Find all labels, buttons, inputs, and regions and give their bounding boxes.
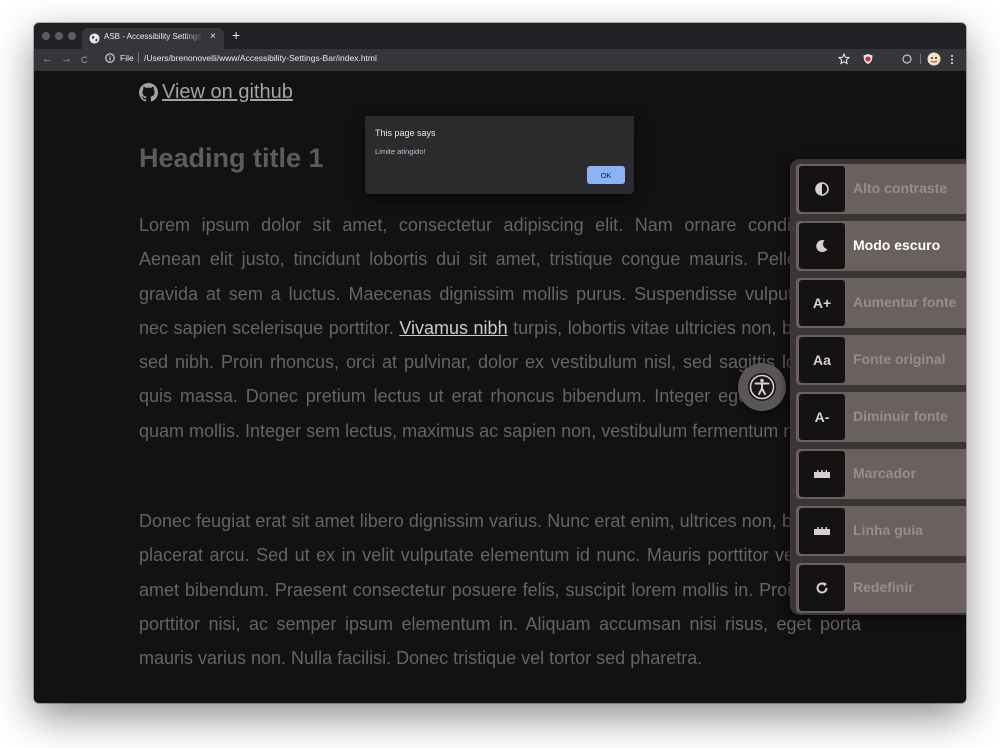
panel-label-reset: Redefinir	[853, 579, 914, 595]
dialog-title: This page says	[375, 128, 436, 138]
panel-item-original-font[interactable]: Aa Fonte original	[796, 335, 966, 385]
increase-font-icon: A+	[799, 280, 845, 326]
bookmark-star-icon[interactable]	[838, 52, 850, 66]
url-scheme-label: File	[120, 53, 134, 63]
extension-shield-icon[interactable]	[862, 52, 874, 66]
accessibility-icon	[748, 373, 776, 401]
tab-title: ASB - Accessibility Settings Bar	[104, 32, 204, 41]
extension-clock-icon[interactable]	[901, 52, 913, 66]
paragraph-2: Donec feugiat erat sit amet libero digni…	[139, 511, 861, 669]
minimize-window-icon[interactable]	[55, 32, 63, 40]
new-tab-button[interactable]: +	[232, 27, 240, 43]
original-font-icon: Aa	[799, 337, 845, 383]
page-title: Heading title 1	[139, 143, 324, 173]
panel-label-high-contrast: Alto contraste	[853, 180, 948, 196]
panel-label-marker: Marcador	[853, 465, 917, 481]
forward-button[interactable]: →	[61, 52, 72, 66]
decrease-font-icon: A-	[799, 394, 845, 440]
github-icon	[139, 83, 158, 102]
browser-tab[interactable]: ASB - Accessibility Settings Bar ×	[82, 28, 224, 49]
panel-label-increase-font: Aumentar fonte	[853, 294, 957, 310]
info-icon[interactable]	[105, 53, 115, 63]
reload-button[interactable]: C	[81, 53, 88, 67]
panel-label-dark-mode: Modo escuro	[853, 237, 941, 253]
contrast-icon	[799, 166, 845, 212]
url-divider	[138, 52, 139, 63]
accessibility-panel: Alto contraste Modo escuro A+ Aumentar f…	[790, 159, 966, 615]
close-window-icon[interactable]	[42, 32, 50, 40]
ruler-icon	[799, 451, 845, 497]
ok-button[interactable]: OK	[587, 166, 625, 184]
browser-toolbar: ← → C File /Users/brenonovelli/www/Acces…	[34, 49, 966, 71]
tab-strip: ASB - Accessibility Settings Bar × +	[34, 23, 966, 49]
paragraph-1: Lorem ipsum dolor sit amet, consectetur …	[139, 208, 861, 448]
panel-item-increase-font[interactable]: A+ Aumentar fonte	[796, 278, 966, 328]
panel-item-decrease-font[interactable]: A- Diminuir fonte	[796, 392, 966, 442]
panel-item-guide-line[interactable]: Linha guia	[796, 506, 966, 556]
dialog-message: Limite atingido!	[375, 147, 426, 156]
panel-item-marker[interactable]: Marcador	[796, 449, 966, 499]
toolbar-divider	[920, 54, 921, 64]
panel-item-reset[interactable]: Redefinir	[796, 563, 966, 613]
panel-item-high-contrast[interactable]: Alto contraste	[796, 164, 966, 214]
accessibility-toggle-button[interactable]	[738, 363, 786, 411]
avatar[interactable]	[927, 52, 941, 66]
github-link-text: View on github	[162, 81, 293, 103]
address-bar[interactable]: /Users/brenonovelli/www/Accessibility-Se…	[144, 53, 377, 63]
panel-label-guide-line: Linha guia	[853, 522, 923, 538]
panel-item-dark-mode[interactable]: Modo escuro	[796, 221, 966, 271]
back-button[interactable]: ←	[42, 52, 53, 66]
browser-window: ASB - Accessibility Settings Bar × + ← →…	[34, 23, 966, 703]
tab-close-icon[interactable]: ×	[210, 31, 216, 42]
menu-kebab-icon[interactable]	[950, 52, 954, 66]
inline-link[interactable]: Vivamus nibh	[399, 318, 507, 338]
panel-label-decrease-font: Diminuir fonte	[853, 408, 948, 424]
page-content: View on github Heading title 1 Lorem ips…	[34, 71, 966, 703]
globe-icon	[89, 33, 100, 44]
ruler-icon	[799, 508, 845, 554]
alert-dialog: This page says Limite atingido! OK	[365, 116, 634, 194]
moon-icon	[799, 223, 845, 269]
github-link[interactable]: View on github	[139, 81, 293, 104]
reset-icon	[799, 565, 845, 611]
panel-label-original-font: Fonte original	[853, 351, 946, 367]
maximize-window-icon[interactable]	[68, 32, 76, 40]
